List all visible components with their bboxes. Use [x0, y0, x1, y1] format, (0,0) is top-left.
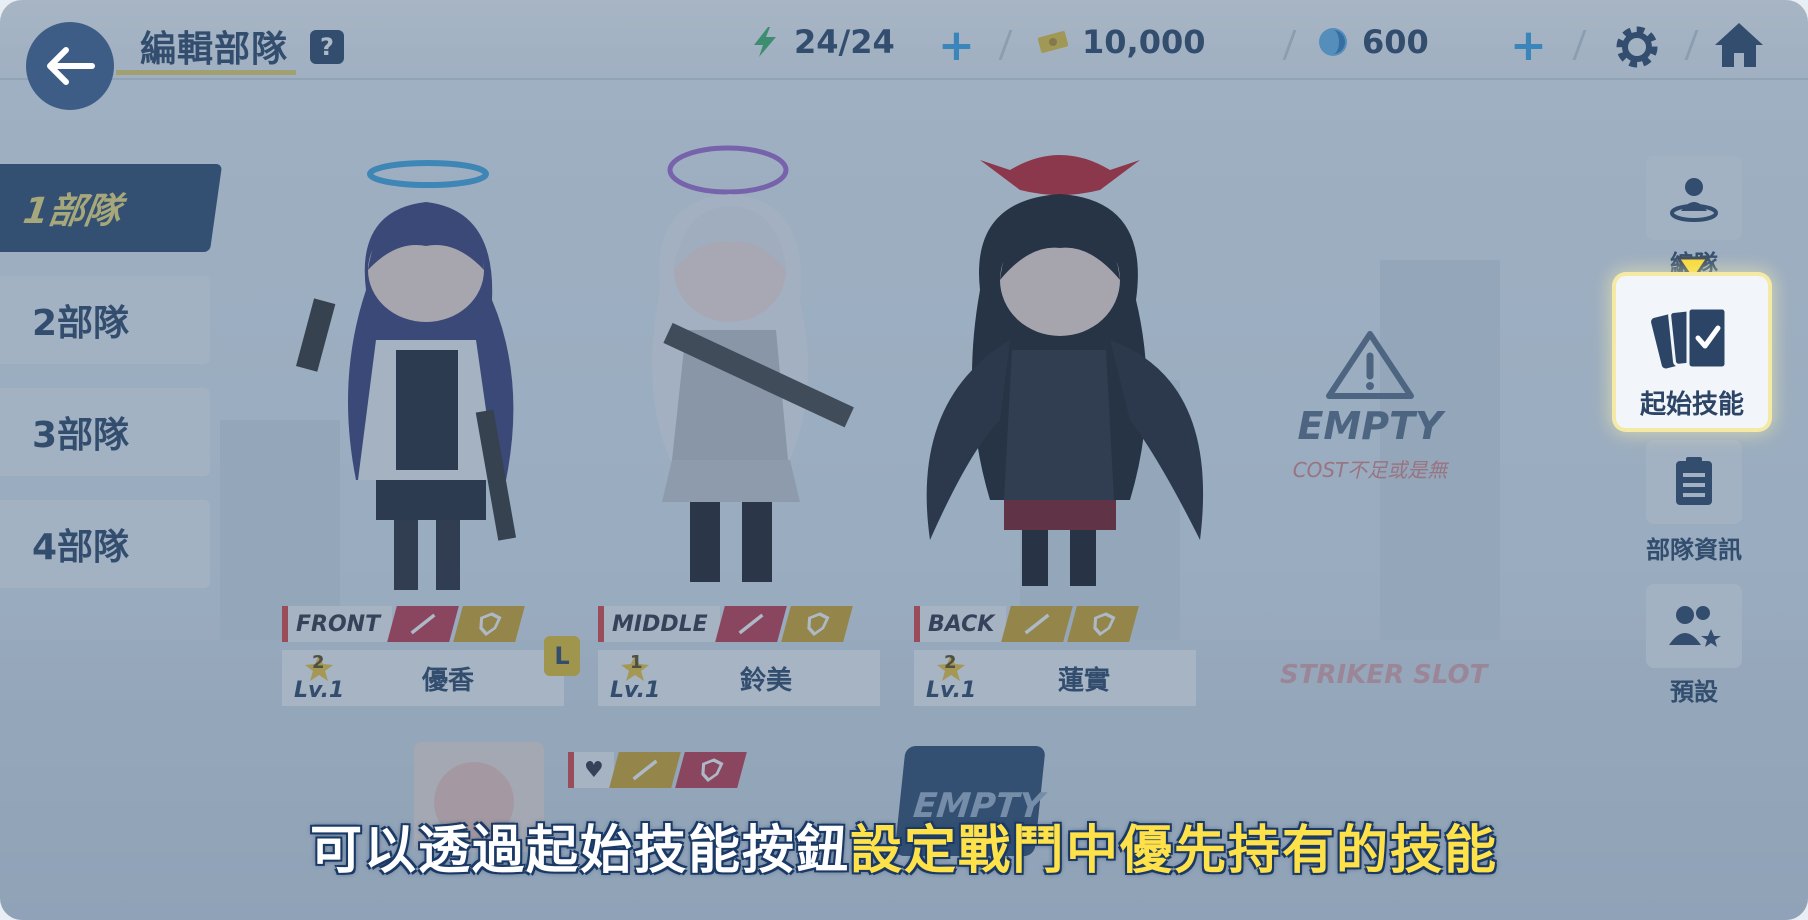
stamina-value: 24/24	[794, 23, 895, 61]
arrow-left-icon	[47, 47, 95, 85]
level-label: Lv.1	[294, 678, 345, 703]
credits-counter: 10,000	[1036, 22, 1205, 62]
position-label: FRONT	[282, 606, 393, 642]
sword-icon	[410, 613, 436, 635]
character-sprite-suzumi[interactable]	[600, 130, 900, 600]
level-label: Lv.1	[610, 678, 661, 703]
divider	[1282, 30, 1297, 60]
formation-icon	[1670, 178, 1718, 222]
squad-tab-3[interactable]: 3部隊	[0, 388, 210, 476]
attack-type-icon	[387, 606, 459, 642]
formation-button[interactable]	[1646, 156, 1742, 240]
stamina-plus-button[interactable]: +	[938, 24, 975, 68]
empty-striker-slot[interactable]: EMPTY COST不足或是無	[1240, 330, 1500, 483]
defense-type-icon	[1067, 606, 1140, 642]
divider	[1572, 30, 1587, 60]
subtitle-part-1: 可以透過起始技能按鈕	[309, 821, 850, 881]
character-sprite-hasumi[interactable]	[900, 120, 1230, 600]
character-info-yuuka[interactable]: 2 Lv.1 優香 L	[282, 636, 580, 706]
star-count: 2	[312, 652, 325, 673]
help-button[interactable]: ?	[310, 30, 344, 64]
defense-type-icon	[674, 752, 747, 788]
shield-icon	[1093, 612, 1116, 636]
position-tag-middle: MIDDLE	[598, 604, 853, 644]
heart-icon: ♥	[568, 752, 614, 788]
credits-value: 10,000	[1082, 23, 1206, 61]
preset-button[interactable]	[1646, 584, 1742, 668]
shield-icon	[701, 758, 724, 782]
sword-icon	[1024, 613, 1050, 635]
defense-type-icon	[780, 606, 853, 642]
home-icon[interactable]	[1712, 20, 1766, 70]
attack-type-icon	[714, 606, 787, 642]
attack-type-icon	[1001, 606, 1074, 642]
leader-badge: L	[544, 636, 580, 676]
attack-type-icon	[608, 752, 681, 788]
character-sprite-yuuka[interactable]	[296, 150, 556, 600]
gem-icon	[1319, 28, 1347, 56]
gems-plus-button[interactable]: +	[1510, 24, 1547, 68]
gear-icon[interactable]	[1612, 22, 1662, 72]
star-count: 1	[630, 652, 643, 673]
character-name: 蓮實	[1058, 666, 1111, 696]
page-title: 編輯部隊	[140, 29, 289, 70]
credit-ticket-icon	[1037, 31, 1069, 53]
tutorial-subtitle: 可以透過起始技能按鈕設定戰鬥中優先持有的技能	[0, 808, 1808, 883]
game-screen: 編輯部隊 ? 24/24 + 10,000 600 + 1部隊 2部隊 3部隊 …	[0, 0, 1808, 920]
empty-sub-label: COST不足或是無	[1292, 458, 1448, 482]
defense-type-icon	[453, 606, 525, 642]
position-label: MIDDLE	[598, 606, 720, 642]
empty-label: EMPTY	[1297, 404, 1443, 448]
squad-tab-2[interactable]: 2部隊	[0, 276, 210, 364]
special-type-tag: ♥	[568, 750, 747, 790]
title-underline	[116, 70, 296, 75]
squad-tab-4[interactable]: 4部隊	[0, 500, 210, 588]
squad-tab-1[interactable]: 1部隊	[0, 164, 223, 252]
skill-cards-icon	[1651, 306, 1728, 370]
lightning-icon	[754, 27, 776, 57]
character-info-hasumi[interactable]: 2 Lv.1 蓮實	[914, 650, 1196, 706]
stamina-counter: 24/24	[748, 22, 895, 62]
gems-counter: 600	[1316, 22, 1429, 62]
position-label: BACK	[914, 606, 1007, 642]
striker-slot-label: STRIKER SLOT	[1280, 660, 1488, 690]
preset-users-icon	[1669, 606, 1721, 647]
squad-info-label: 部隊資訊	[1646, 536, 1742, 564]
start-skill-label: 起始技能	[1639, 390, 1744, 420]
clipboard-icon	[1676, 457, 1712, 505]
shield-icon	[479, 612, 502, 636]
squad-info-button[interactable]	[1646, 440, 1742, 524]
character-info-suzumi[interactable]: 1 Lv.1 鈴美	[598, 650, 880, 706]
top-bar: 編輯部隊 ? 24/24 + 10,000 600 +	[0, 0, 1808, 80]
shield-icon	[807, 612, 830, 636]
star-count: 2	[944, 652, 957, 673]
level-label: Lv.1	[926, 678, 977, 703]
subtitle-part-2: 設定戰鬥中優先持有的技能	[850, 821, 1499, 881]
sword-icon	[632, 759, 658, 781]
character-name: 優香	[422, 666, 475, 696]
preset-label: 預設	[1670, 678, 1718, 706]
gems-value: 600	[1362, 23, 1429, 61]
start-skill-button[interactable]: 起始技能	[1616, 276, 1768, 428]
position-tag-front: FRONT	[282, 604, 525, 644]
position-tag-back: BACK	[914, 604, 1140, 644]
back-button[interactable]	[26, 22, 114, 110]
divider	[1684, 30, 1699, 60]
warning-icon	[1326, 331, 1414, 399]
divider	[998, 30, 1013, 60]
character-name: 鈴美	[740, 666, 793, 696]
sword-icon	[738, 613, 764, 635]
